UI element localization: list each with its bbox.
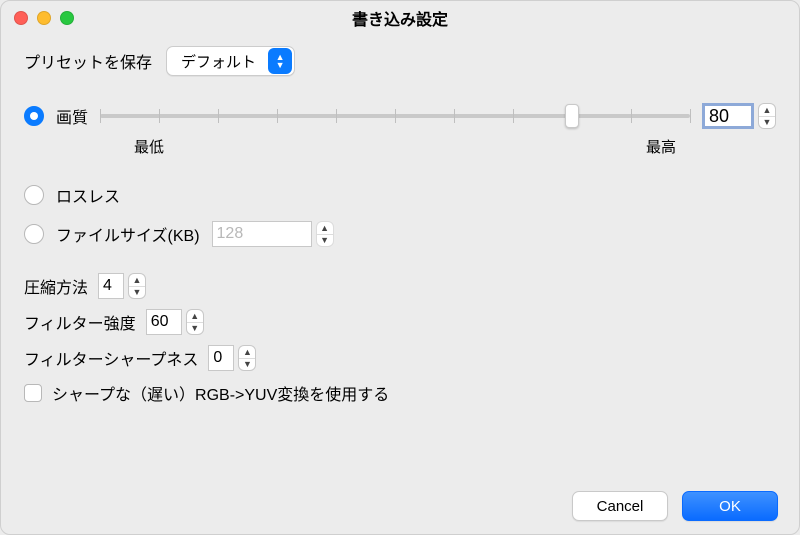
preset-popup[interactable]: デフォルト ▲▼ bbox=[166, 46, 295, 76]
stepper-down-icon[interactable]: ▼ bbox=[239, 359, 255, 371]
stepper-down-icon[interactable]: ▼ bbox=[759, 117, 775, 129]
filter-strength-input[interactable] bbox=[146, 309, 182, 335]
stepper-down-icon[interactable]: ▼ bbox=[129, 287, 145, 299]
stepper-up-icon[interactable]: ▲ bbox=[129, 274, 145, 287]
preset-label: プリセットを保存 bbox=[24, 49, 152, 73]
stepper-up-icon[interactable]: ▲ bbox=[187, 310, 203, 323]
filesize-radio[interactable] bbox=[24, 224, 44, 244]
sharp-yuv-label: シャープな（遅い）RGB->YUV変換を使用する bbox=[52, 381, 389, 405]
cancel-button[interactable]: Cancel bbox=[572, 491, 668, 521]
filesize-stepper: ▲ ▼ bbox=[212, 221, 334, 247]
filter-sharpness-stepper[interactable]: ▲ ▼ bbox=[208, 345, 256, 371]
filesize-input bbox=[212, 221, 312, 247]
filter-strength-label: フィルター強度 bbox=[24, 310, 136, 334]
window-title: 書き込み設定 bbox=[0, 6, 800, 30]
filter-sharpness-input[interactable] bbox=[208, 345, 234, 371]
filesize-label: ファイルサイズ(KB) bbox=[56, 222, 200, 246]
slider-thumb[interactable] bbox=[565, 104, 579, 128]
compression-input[interactable] bbox=[98, 273, 124, 299]
quality-slider[interactable] bbox=[100, 102, 690, 130]
compression-label: 圧縮方法 bbox=[24, 274, 88, 298]
filter-sharpness-label: フィルターシャープネス bbox=[24, 346, 198, 370]
ok-button[interactable]: OK bbox=[682, 491, 778, 521]
stepper-down-icon: ▼ bbox=[317, 235, 333, 247]
stepper-down-icon[interactable]: ▼ bbox=[187, 323, 203, 335]
preset-value: デフォルト bbox=[181, 51, 268, 72]
lossless-radio[interactable] bbox=[24, 185, 44, 205]
quality-input[interactable] bbox=[702, 103, 754, 129]
slider-max-label: 最高 bbox=[646, 136, 676, 157]
titlebar: 書き込み設定 bbox=[0, 0, 800, 36]
lossless-label: ロスレス bbox=[56, 183, 120, 207]
filter-strength-stepper[interactable]: ▲ ▼ bbox=[146, 309, 204, 335]
sharp-yuv-checkbox[interactable] bbox=[24, 384, 42, 402]
slider-min-label: 最低 bbox=[134, 136, 164, 157]
compression-stepper[interactable]: ▲ ▼ bbox=[98, 273, 146, 299]
stepper-up-icon: ▲ bbox=[317, 222, 333, 235]
quality-label: 画質 bbox=[56, 104, 88, 128]
stepper-up-icon[interactable]: ▲ bbox=[239, 346, 255, 359]
quality-radio[interactable] bbox=[24, 106, 44, 126]
chevron-up-down-icon: ▲▼ bbox=[268, 48, 292, 74]
quality-stepper[interactable]: ▲ ▼ bbox=[702, 103, 776, 129]
stepper-up-icon[interactable]: ▲ bbox=[759, 104, 775, 117]
